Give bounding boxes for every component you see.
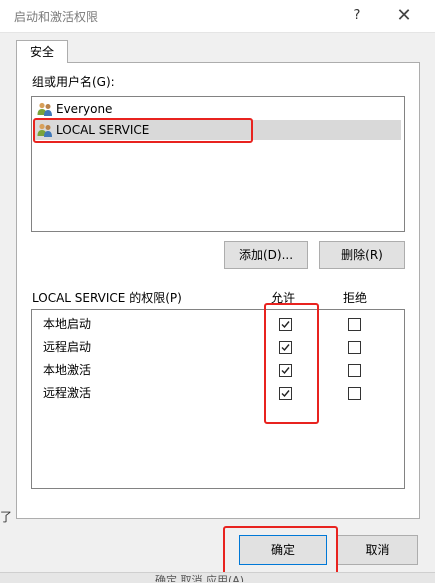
users-icon [37,101,53,117]
window-title: 启动和激活权限 [14,10,99,24]
permissions-list: 本地启动 远程启动 本地激活 远程激活 [31,309,405,489]
deny-checkbox[interactable] [348,318,361,331]
help-button[interactable]: ? [343,4,371,28]
background-text: 了 [0,510,13,524]
permissions-label: LOCAL SERVICE 的权限(P) [32,291,182,305]
remove-button[interactable]: 删除(R) [319,241,405,269]
highlight-box-allow [264,303,319,424]
user-list[interactable]: Everyone LOCAL SERVICE [31,96,405,232]
deny-checkbox[interactable] [348,364,361,377]
permission-name: 远程激活 [43,386,92,400]
deny-header: 拒绝 [343,291,368,305]
tab-label: 安全 [29,45,54,59]
tab-security[interactable]: 安全 [16,40,68,63]
list-item-everyone[interactable]: Everyone [35,99,401,119]
permission-name: 本地激活 [43,363,92,377]
highlight-box-user [33,118,253,143]
add-button[interactable]: 添加(D)... [224,241,308,269]
deny-checkbox[interactable] [348,387,361,400]
deny-checkbox[interactable] [348,341,361,354]
permission-name: 本地启动 [43,317,92,331]
user-name: Everyone [56,102,113,116]
background-buttons-text: 确定 取消 应用(A) [155,574,245,582]
highlight-box-ok [223,526,338,577]
close-button[interactable]: ✕ [390,4,418,28]
cancel-button[interactable]: 取消 [337,535,418,565]
group-user-label: 组或用户名(G): [32,75,115,89]
permission-name: 远程启动 [43,340,92,354]
